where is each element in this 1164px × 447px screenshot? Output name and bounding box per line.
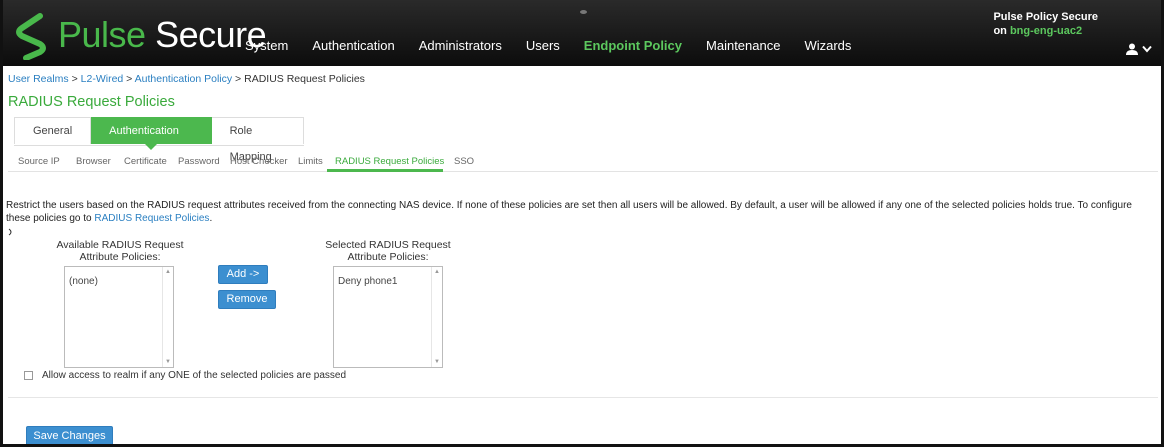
- available-scrollbar[interactable]: ▲ ▼: [162, 267, 173, 367]
- pulse-logo-icon[interactable]: [14, 12, 48, 60]
- available-policies-label: Available RADIUS Request Attribute Polic…: [56, 239, 184, 263]
- user-menu[interactable]: [1126, 40, 1152, 56]
- divider: [8, 397, 1158, 398]
- top-indicator: [580, 10, 587, 14]
- scroll-down-icon[interactable]: ▼: [434, 359, 440, 365]
- breadcrumb: User Realms > L2-Wired > Authentication …: [8, 73, 365, 85]
- save-changes-button[interactable]: Save Changes: [26, 426, 113, 446]
- subtab-browser[interactable]: Browser: [76, 156, 111, 167]
- allow-access-label: Allow access to realm if any ONE of the …: [42, 370, 347, 381]
- nav-wizards[interactable]: Wizards: [804, 38, 851, 53]
- selected-label-line2: Attribute Policies:: [347, 251, 429, 263]
- breadcrumb-current: RADIUS Request Policies: [244, 73, 365, 85]
- system-host: bng-eng-uac2: [1009, 25, 1083, 37]
- breadcrumb-sep: >: [232, 73, 245, 85]
- system-name: Pulse Policy Secure on bng-eng-uac2: [993, 10, 1098, 38]
- selected-policies-label: Selected RADIUS Request Attribute Polici…: [324, 239, 452, 263]
- selected-scrollbar[interactable]: ▲ ▼: [431, 267, 442, 367]
- allow-access-row: Allow access to realm if any ONE of the …: [24, 370, 346, 381]
- nav-endpoint-policy[interactable]: Endpoint Policy: [584, 38, 682, 53]
- breadcrumb-l2-wired[interactable]: L2-Wired: [81, 73, 124, 85]
- list-item[interactable]: Deny phone1: [338, 276, 398, 287]
- remove-button[interactable]: Remove: [218, 290, 276, 309]
- breadcrumb-sep: >: [68, 73, 81, 85]
- list-item[interactable]: (none): [69, 276, 98, 287]
- tab-general[interactable]: General: [14, 117, 92, 144]
- system-on: on: [993, 25, 1007, 37]
- subtab-host-checker[interactable]: Host Checker: [230, 156, 288, 167]
- available-label-line2: Attribute Policies:: [79, 251, 161, 263]
- brand-part1: Pulse: [58, 14, 146, 55]
- nav-authentication[interactable]: Authentication: [312, 38, 394, 53]
- selected-policies-list[interactable]: Deny phone1 ▲ ▼: [333, 266, 443, 368]
- subtab-active-underline: [327, 169, 443, 172]
- nav-maintenance[interactable]: Maintenance: [706, 38, 780, 53]
- chevron-down-icon: [1142, 46, 1152, 53]
- subtab-source-ip[interactable]: Source IP: [18, 156, 60, 167]
- radius-request-policies-link[interactable]: RADIUS Request Policies: [94, 213, 209, 224]
- scroll-down-icon[interactable]: ▼: [165, 359, 171, 365]
- top-bar: Pulse Secure System Authentication Admin…: [0, 0, 1164, 66]
- nav-users[interactable]: Users: [526, 38, 560, 53]
- system-host-line: on bng-eng-uac2: [993, 24, 1098, 38]
- available-label-line1: Available RADIUS Request: [56, 239, 184, 251]
- main-tabs: General Authentication Policy Role Mappi…: [14, 117, 304, 163]
- add-button[interactable]: Add ->: [218, 265, 268, 284]
- description: Restrict the users based on the RADIUS r…: [6, 199, 1156, 225]
- subtab-radius-request-policies[interactable]: RADIUS Request Policies: [335, 156, 444, 167]
- cursor-mark-icon: [8, 228, 12, 236]
- subtab-limits[interactable]: Limits: [298, 156, 323, 167]
- allow-access-checkbox[interactable]: [24, 371, 33, 380]
- breadcrumb-sep: >: [123, 73, 135, 85]
- selected-label-line1: Selected RADIUS Request: [325, 239, 451, 251]
- page-title: RADIUS Request Policies: [8, 94, 175, 110]
- description-end: .: [209, 213, 213, 224]
- nav-administrators[interactable]: Administrators: [419, 38, 502, 53]
- tab-role-mapping[interactable]: Role Mapping: [211, 117, 304, 163]
- sub-tabs: Source IP Browser Certificate Password H…: [8, 147, 1158, 172]
- tab-authentication-policy[interactable]: Authentication Policy: [91, 117, 212, 163]
- available-policies-list[interactable]: (none) ▲ ▼: [64, 266, 174, 368]
- nav-system[interactable]: System: [245, 38, 288, 53]
- brand-logo-text[interactable]: Pulse Secure: [58, 14, 267, 56]
- scroll-up-icon[interactable]: ▲: [165, 269, 171, 275]
- subtab-sso[interactable]: SSO: [454, 156, 474, 167]
- main-nav: System Authentication Administrators Use…: [245, 38, 875, 53]
- scroll-up-icon[interactable]: ▲: [434, 269, 440, 275]
- breadcrumb-user-realms[interactable]: User Realms: [8, 73, 69, 85]
- subtab-password[interactable]: Password: [178, 156, 220, 167]
- system-product: Pulse Policy Secure: [993, 11, 1098, 23]
- user-icon: [1126, 43, 1139, 56]
- subtab-certificate[interactable]: Certificate: [124, 156, 167, 167]
- breadcrumb-authentication-policy[interactable]: Authentication Policy: [135, 73, 232, 85]
